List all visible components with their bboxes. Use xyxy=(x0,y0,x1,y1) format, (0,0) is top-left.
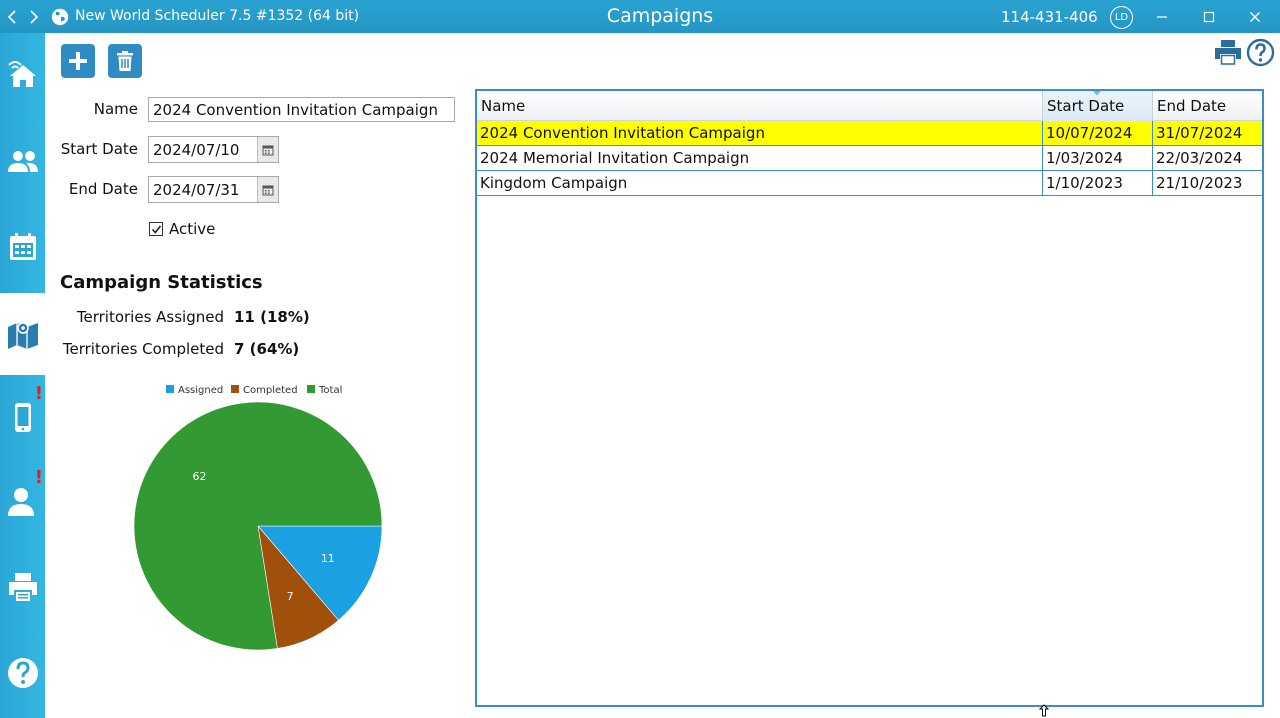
pie-data-label: 11 xyxy=(321,552,335,565)
column-header-start-date[interactable]: Start Date xyxy=(1043,91,1153,121)
cell-start-date: 10/07/2024 xyxy=(1046,124,1133,142)
column-header-end-date[interactable]: End Date xyxy=(1153,91,1262,121)
alert-badge: ! xyxy=(34,467,43,488)
table-header: Name Start Date End Date xyxy=(477,91,1262,121)
territories-completed-label: Territories Completed xyxy=(62,340,224,358)
column-header-name[interactable]: Name xyxy=(477,91,1043,121)
campaign-name-input[interactable] xyxy=(148,97,455,122)
sidebar-item-print[interactable] xyxy=(0,553,45,621)
end-date-picker xyxy=(148,176,279,203)
checkmark-icon xyxy=(151,225,161,234)
app-window: New World Scheduler 7.5 #1352 (64 bit) C… xyxy=(0,0,1280,718)
minimize-icon xyxy=(1157,16,1167,18)
calendar-icon xyxy=(9,233,36,260)
print-button-icon[interactable] xyxy=(1214,39,1242,65)
forward-icon[interactable] xyxy=(25,7,43,27)
sidebar-item-home[interactable] xyxy=(0,39,45,107)
cell-end-date: 31/07/2024 xyxy=(1156,124,1243,142)
territories-assigned-value: 11 (18%) xyxy=(234,308,310,326)
campaign-statistics-heading: Campaign Statistics xyxy=(60,272,263,293)
sidebar-item-territories[interactable] xyxy=(0,293,45,375)
back-icon[interactable] xyxy=(3,7,21,27)
legend-label: Total xyxy=(318,385,342,396)
title-bar: New World Scheduler 7.5 #1352 (64 bit) C… xyxy=(0,0,1280,33)
app-name: New World Scheduler 7.5 #1352 (64 bit) xyxy=(75,8,360,24)
globe-logo-icon xyxy=(51,8,69,26)
sidebar: ! ! xyxy=(0,33,45,718)
close-button[interactable] xyxy=(1244,6,1266,28)
legend-swatch xyxy=(231,385,239,393)
plus-icon xyxy=(69,52,87,70)
sidebar-item-mobile[interactable]: ! xyxy=(0,383,45,451)
legend-label: Assigned xyxy=(178,385,223,396)
legend-swatch xyxy=(307,385,315,393)
start-date-calendar-button[interactable] xyxy=(257,137,278,162)
cell-start-date: 1/10/2023 xyxy=(1046,174,1123,192)
page-title: Campaigns xyxy=(606,5,714,27)
sidebar-item-calendar[interactable] xyxy=(0,213,45,281)
help-icon xyxy=(7,658,38,688)
delete-campaign-button[interactable] xyxy=(108,44,142,78)
close-icon xyxy=(1250,12,1260,22)
legend-item: Completed xyxy=(231,385,298,396)
territories-completed-value: 7 (64%) xyxy=(234,340,300,358)
active-checkbox[interactable] xyxy=(149,222,163,236)
column-divider xyxy=(1152,121,1153,196)
sidebar-item-user[interactable]: ! xyxy=(0,467,45,535)
account-id: 114-431-406 xyxy=(1001,8,1098,26)
printer-icon xyxy=(8,573,37,601)
cell-name: Kingdom Campaign xyxy=(480,174,628,192)
mobile-icon xyxy=(14,403,31,432)
pie-data-label: 7 xyxy=(287,590,294,603)
calendar-small-icon xyxy=(262,145,274,155)
territories-assigned-label: Territories Assigned xyxy=(76,308,224,326)
active-checkbox-row[interactable]: Active xyxy=(149,220,215,238)
table-row[interactable]: Kingdom Campaign 1/10/2023 21/10/2023 xyxy=(477,171,1262,196)
cell-start-date: 1/03/2024 xyxy=(1046,149,1123,167)
trash-icon xyxy=(117,51,133,71)
sidebar-item-help[interactable] xyxy=(0,639,45,707)
sort-indicator-icon xyxy=(1093,91,1101,96)
legend-swatch xyxy=(166,385,174,393)
column-divider xyxy=(1042,121,1043,196)
legend-item: Assigned xyxy=(166,385,223,396)
user-icon xyxy=(7,488,34,516)
column-header-start-date-label: Start Date xyxy=(1047,97,1125,115)
home-wifi-icon xyxy=(7,61,36,87)
add-campaign-button[interactable] xyxy=(61,44,95,78)
legend-label: Completed xyxy=(243,385,298,396)
table-row[interactable]: 2024 Convention Invitation Campaign 10/07… xyxy=(477,121,1262,146)
calendar-small-icon xyxy=(262,185,274,195)
help-button-icon[interactable] xyxy=(1246,38,1275,67)
name-label: Name xyxy=(93,100,138,118)
maximize-icon xyxy=(1203,11,1215,23)
end-date-label: End Date xyxy=(68,180,138,198)
legend-item: Total xyxy=(307,385,342,396)
cell-name: 2024 Convention Invitation Campaign xyxy=(480,124,765,142)
campaign-pie-chart: Assigned Completed Total 11 7 62 xyxy=(133,385,383,651)
cell-end-date: 22/03/2024 xyxy=(1156,149,1243,167)
minimize-button[interactable] xyxy=(1151,6,1173,28)
campaigns-table: Name Start Date End Date 2024 Convention… xyxy=(475,89,1264,707)
start-date-picker xyxy=(148,136,279,163)
resize-cursor-icon xyxy=(1038,704,1050,717)
start-date-label: Start Date xyxy=(60,140,138,158)
cell-end-date: 21/10/2023 xyxy=(1156,174,1243,192)
active-label: Active xyxy=(169,220,216,238)
column-divider xyxy=(1152,91,1153,121)
maximize-button[interactable] xyxy=(1198,6,1220,28)
table-row[interactable]: 2024 Memorial Invitation Campaign 1/03/20… xyxy=(477,146,1262,171)
end-date-calendar-button[interactable] xyxy=(257,177,278,202)
column-divider xyxy=(1042,91,1043,121)
alert-badge: ! xyxy=(34,383,43,404)
avatar[interactable]: LD xyxy=(1110,6,1133,29)
cell-name: 2024 Memorial Invitation Campaign xyxy=(480,149,750,167)
pie-data-label: 62 xyxy=(193,470,207,483)
